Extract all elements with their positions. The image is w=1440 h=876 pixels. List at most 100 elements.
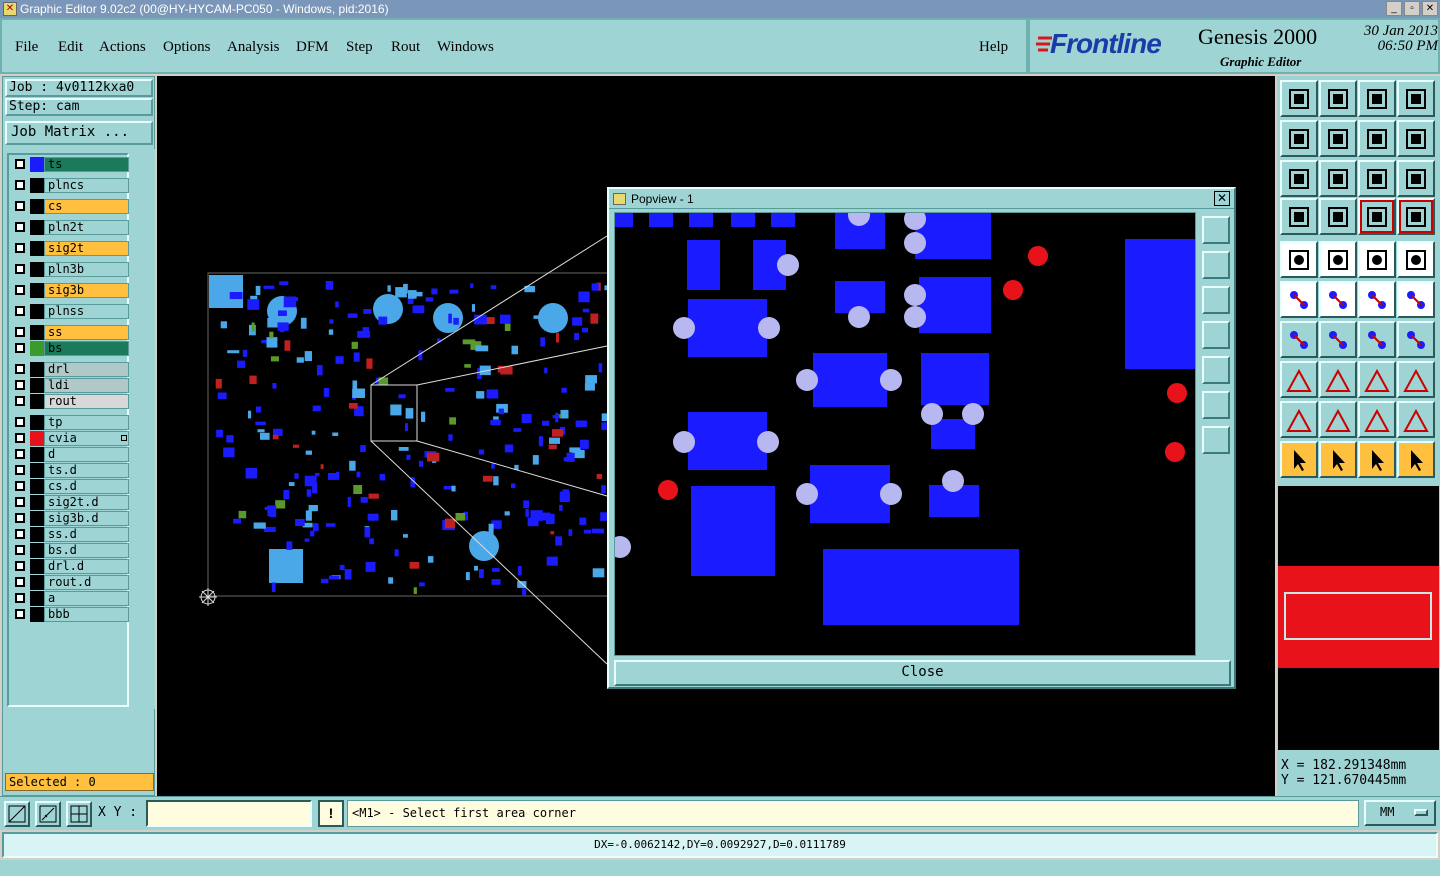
layer-checkbox[interactable] (15, 396, 25, 406)
layer-name[interactable]: ss (44, 325, 129, 340)
close-window-button[interactable]: ✕ (1422, 1, 1438, 16)
arrow-link-button[interactable] (1358, 281, 1396, 318)
layer-color-swatch[interactable] (30, 479, 44, 494)
layer-color-swatch[interactable] (30, 262, 44, 277)
split-button[interactable] (1397, 321, 1435, 358)
layer-row-bs[interactable]: bs (11, 341, 129, 356)
triangle-c-button[interactable] (1397, 401, 1435, 438)
layer-row-drl-d[interactable]: drl.d (11, 559, 129, 574)
layer-checkbox[interactable] (15, 201, 25, 211)
popview-zoom-out-button[interactable] (1202, 426, 1230, 454)
layer-name[interactable]: a (44, 591, 129, 606)
layer-color-swatch[interactable] (30, 283, 44, 298)
line-button[interactable] (1319, 321, 1357, 358)
layer-row-sig3b[interactable]: sig3b (11, 283, 129, 298)
layer-row-cvia[interactable]: cvia (11, 431, 129, 446)
select-pointer-button[interactable] (1280, 441, 1318, 478)
layer-checkbox[interactable] (15, 159, 25, 169)
triangle-button[interactable] (1280, 401, 1318, 438)
layer-checkbox[interactable] (15, 497, 25, 507)
layer-name[interactable]: plncs (44, 178, 129, 193)
popview-titlebar[interactable]: Popview - 1 (609, 189, 1234, 209)
ruler-button[interactable] (1358, 241, 1396, 278)
pad-move-button[interactable] (1280, 361, 1318, 398)
layer-checkbox[interactable] (15, 243, 25, 253)
layer-color-swatch[interactable] (30, 463, 44, 478)
layer-name[interactable]: ldi (44, 378, 129, 393)
layer-name[interactable]: cvia (44, 431, 129, 446)
layer-name[interactable]: sig3b.d (44, 511, 129, 526)
snap-button[interactable] (4, 801, 30, 827)
layer-name[interactable]: ts (44, 157, 129, 172)
layer-name[interactable]: pln3b (44, 262, 129, 277)
popview-fit-button[interactable] (1202, 391, 1230, 419)
layer-color-swatch[interactable] (30, 495, 44, 510)
pad-add-button[interactable] (1280, 241, 1318, 278)
triangle-a-button[interactable] (1319, 401, 1357, 438)
layer-checkbox[interactable] (15, 465, 25, 475)
popview-pan-right-button[interactable] (1202, 356, 1230, 384)
rotate-button[interactable] (1358, 120, 1396, 157)
layer-name[interactable]: plnss (44, 304, 129, 319)
select-box-button[interactable] (1319, 441, 1357, 478)
layer-checkbox[interactable] (15, 343, 25, 353)
maximize-button[interactable]: ▫ (1404, 1, 1420, 16)
group-button[interactable] (1397, 361, 1435, 398)
import-button[interactable] (1280, 120, 1318, 157)
popview-pan-down-button[interactable] (1202, 286, 1230, 314)
layer-color-swatch[interactable] (30, 511, 44, 526)
layer-name[interactable]: sig2t (44, 241, 129, 256)
layer-row-ldi[interactable]: ldi (11, 378, 129, 393)
grid-button[interactable] (66, 801, 92, 827)
layer-checkbox[interactable] (15, 222, 25, 232)
menu-file[interactable]: File (15, 39, 38, 56)
layer-row-ts-d[interactable]: ts.d (11, 463, 129, 478)
layer-row-plnss[interactable]: plnss (11, 304, 129, 319)
flip-button[interactable] (1397, 120, 1435, 157)
export-button[interactable] (1319, 120, 1357, 157)
popview-zoom-in-button[interactable] (1202, 216, 1230, 244)
net-select-button[interactable] (1397, 198, 1435, 235)
layer-color-swatch[interactable] (30, 447, 44, 462)
save-button[interactable] (1319, 80, 1357, 117)
layer-checkbox[interactable] (15, 327, 25, 337)
scale-button[interactable] (1358, 160, 1396, 197)
layer-name[interactable]: drl.d (44, 559, 129, 574)
layer-checkbox[interactable] (15, 417, 25, 427)
layer-name[interactable]: bbb (44, 607, 129, 622)
layer-checkbox[interactable] (15, 285, 25, 295)
layer-checkbox[interactable] (15, 561, 25, 571)
resize-button[interactable] (1358, 361, 1396, 398)
minimize-button[interactable]: _ (1386, 1, 1402, 16)
units-dropdown[interactable]: MM (1364, 800, 1436, 826)
layer-checkbox[interactable] (15, 180, 25, 190)
layer-name[interactable]: sig3b (44, 283, 129, 298)
layer-row-d[interactable]: d (11, 447, 129, 462)
layer-row-bs-d[interactable]: bs.d (11, 543, 129, 558)
menu-step[interactable]: Step (346, 39, 373, 56)
layer-color-swatch[interactable] (30, 157, 44, 172)
triangle-b-button[interactable] (1358, 401, 1396, 438)
layer-checkbox[interactable] (15, 593, 25, 603)
layer-row-cs-d[interactable]: cs.d (11, 479, 129, 494)
window-button[interactable] (1397, 80, 1435, 117)
layer-name[interactable]: ss.d (44, 527, 129, 542)
layer-row-sig3b-d[interactable]: sig3b.d (11, 511, 129, 526)
layer-color-swatch[interactable] (30, 559, 44, 574)
select-net-button[interactable] (1397, 441, 1435, 478)
layer-row-pln2t[interactable]: pln2t (11, 220, 129, 235)
menu-options[interactable]: Options (163, 39, 211, 56)
job-matrix-button[interactable]: Job Matrix ... (5, 121, 153, 145)
popview-pan-up-button[interactable] (1202, 251, 1230, 279)
layer-checkbox[interactable] (15, 481, 25, 491)
layer-color-swatch[interactable] (30, 378, 44, 393)
layer-row-tp[interactable]: tp (11, 415, 129, 430)
layer-color-swatch[interactable] (30, 304, 44, 319)
layer-color-swatch[interactable] (30, 591, 44, 606)
layer-name[interactable]: pln2t (44, 220, 129, 235)
layer-checkbox[interactable] (15, 529, 25, 539)
layer-color-swatch[interactable] (30, 178, 44, 193)
layer-row-cs[interactable]: cs (11, 199, 129, 214)
menu-windows[interactable]: Windows (437, 39, 494, 56)
layer-color-swatch[interactable] (30, 362, 44, 377)
